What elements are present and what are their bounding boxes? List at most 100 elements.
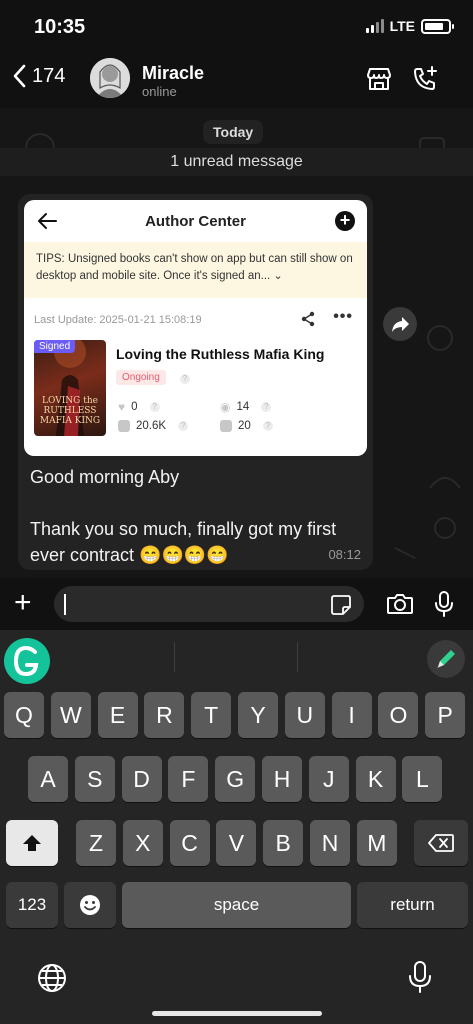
share-icon — [301, 311, 315, 327]
globe-icon[interactable] — [36, 962, 68, 994]
key-u[interactable]: U — [284, 692, 325, 738]
message-line-1: Good morning Aby — [30, 467, 180, 487]
key-y[interactable]: Y — [238, 692, 278, 738]
space-key[interactable]: space — [122, 882, 351, 928]
key-z[interactable]: Z — [76, 820, 116, 866]
key-h[interactable]: H — [262, 756, 302, 802]
key-v[interactable]: V — [216, 820, 257, 866]
image-title: Author Center — [145, 213, 246, 230]
key-i[interactable]: I — [331, 692, 372, 738]
chat-header: 174 Miracle online — [0, 54, 473, 108]
chapters-stat: 20? — [220, 420, 273, 432]
microphone-icon[interactable] — [434, 590, 454, 618]
key-l[interactable]: L — [402, 756, 443, 802]
heart-icon: ♥ — [118, 400, 126, 414]
plus-circle-icon: + — [335, 211, 355, 231]
tips-text: TIPS: Unsigned books can't show on app b… — [36, 253, 353, 282]
pen-icon[interactable] — [427, 640, 465, 678]
words-stat: 20.6K? — [118, 420, 189, 432]
text-caret — [64, 594, 66, 615]
book-title: Loving the Ruthless Mafia King — [116, 346, 325, 362]
eye-icon: ◉ — [220, 400, 231, 414]
key-n[interactable]: N — [310, 820, 350, 866]
key-x[interactable]: X — [122, 820, 163, 866]
keyboard: QWERTYUIOP ASDFGHJKL ZXCVBNM 123 space r… — [0, 630, 473, 1024]
return-key[interactable]: return — [357, 882, 468, 928]
input-bar: + — [0, 578, 473, 630]
bookmark-icon — [220, 420, 232, 432]
attach-plus-icon[interactable]: + — [14, 588, 32, 618]
unread-banner: 1 unread message — [0, 148, 473, 176]
key-k[interactable]: K — [355, 756, 396, 802]
home-indicator — [152, 1011, 322, 1016]
key-e[interactable]: E — [97, 692, 138, 738]
key-q[interactable]: Q — [4, 692, 44, 738]
emoji-key[interactable] — [64, 882, 116, 928]
back-count: 174 — [32, 64, 66, 87]
key-w[interactable]: W — [50, 692, 91, 738]
avatar[interactable] — [90, 58, 130, 98]
key-c[interactable]: C — [169, 820, 210, 866]
backspace-key[interactable] — [414, 820, 468, 866]
views-stat: ◉ 14? — [220, 400, 272, 414]
chevron-down-icon: ⌄ — [273, 270, 283, 282]
key-a[interactable]: A — [28, 756, 68, 802]
sticker-icon[interactable] — [330, 594, 352, 616]
network-label: LTE — [389, 18, 415, 34]
battery-icon — [421, 18, 454, 34]
message-text: Good morning Aby Thank you so much, fina… — [30, 464, 365, 568]
suggestion-divider — [174, 642, 175, 672]
key-f[interactable]: F — [168, 756, 209, 802]
numbers-key[interactable]: 123 — [6, 882, 58, 928]
back-button[interactable]: 174 — [12, 64, 65, 88]
contact-name[interactable]: Miracle — [142, 63, 204, 84]
last-update: Last Update: 2025-01-21 15:08:19 — [34, 314, 202, 326]
shift-icon — [23, 835, 41, 851]
contact-status: online — [142, 84, 177, 99]
key-o[interactable]: O — [378, 692, 419, 738]
key-d[interactable]: D — [121, 756, 162, 802]
key-s[interactable]: S — [74, 756, 115, 802]
key-g[interactable]: G — [215, 756, 256, 802]
book-cover: Signed LOVING the RUTHLESS MAFIA KING — [34, 340, 106, 436]
grammarly-icon[interactable] — [4, 638, 50, 684]
status-time: 10:35 — [34, 16, 86, 38]
dictation-microphone-icon[interactable] — [408, 960, 432, 994]
signed-badge: Signed — [34, 340, 76, 353]
shift-key[interactable] — [6, 820, 58, 866]
forward-icon — [392, 317, 409, 332]
emoji-icon — [80, 895, 100, 915]
message-image[interactable]: Author Center + TIPS: Unsigned books can… — [24, 200, 367, 456]
status-indicators: LTE — [365, 18, 454, 34]
chevron-left-icon — [13, 64, 26, 88]
signal-icon — [365, 19, 384, 33]
status-bar: 10:35 LTE — [0, 0, 473, 54]
backspace-icon — [428, 834, 454, 852]
keyboard-suggestion-bar — [0, 630, 473, 684]
message-line-2: Thank you so much, finally got my first … — [30, 519, 337, 565]
chat-area[interactable]: Today 1 unread message Author Center + T… — [0, 108, 473, 578]
add-call-icon[interactable] — [410, 64, 440, 94]
key-b[interactable]: B — [263, 820, 304, 866]
camera-icon[interactable] — [386, 592, 414, 616]
help-icon: ? — [180, 374, 190, 384]
key-j[interactable]: J — [308, 756, 349, 802]
likes-stat: ♥ 0? — [118, 400, 160, 414]
key-p[interactable]: P — [425, 692, 466, 738]
suggestion-divider — [297, 642, 298, 672]
word-count-icon — [118, 420, 130, 432]
key-t[interactable]: T — [191, 692, 232, 738]
message-input[interactable] — [54, 586, 364, 622]
key-r[interactable]: R — [144, 692, 185, 738]
image-header: Author Center + — [24, 200, 367, 242]
cover-title: LOVING the RUTHLESS MAFIA KING — [39, 396, 101, 426]
forward-button[interactable] — [383, 307, 417, 341]
tips-banner: TIPS: Unsigned books can't show on app b… — [24, 242, 367, 298]
date-chip: Today — [203, 120, 264, 144]
key-m[interactable]: M — [356, 820, 397, 866]
store-icon[interactable] — [364, 64, 394, 94]
more-icon: ••• — [333, 308, 353, 325]
message-time: 08:12 — [328, 547, 361, 562]
message-bubble[interactable]: Author Center + TIPS: Unsigned books can… — [18, 194, 373, 570]
status-badge: Ongoing — [116, 370, 166, 385]
